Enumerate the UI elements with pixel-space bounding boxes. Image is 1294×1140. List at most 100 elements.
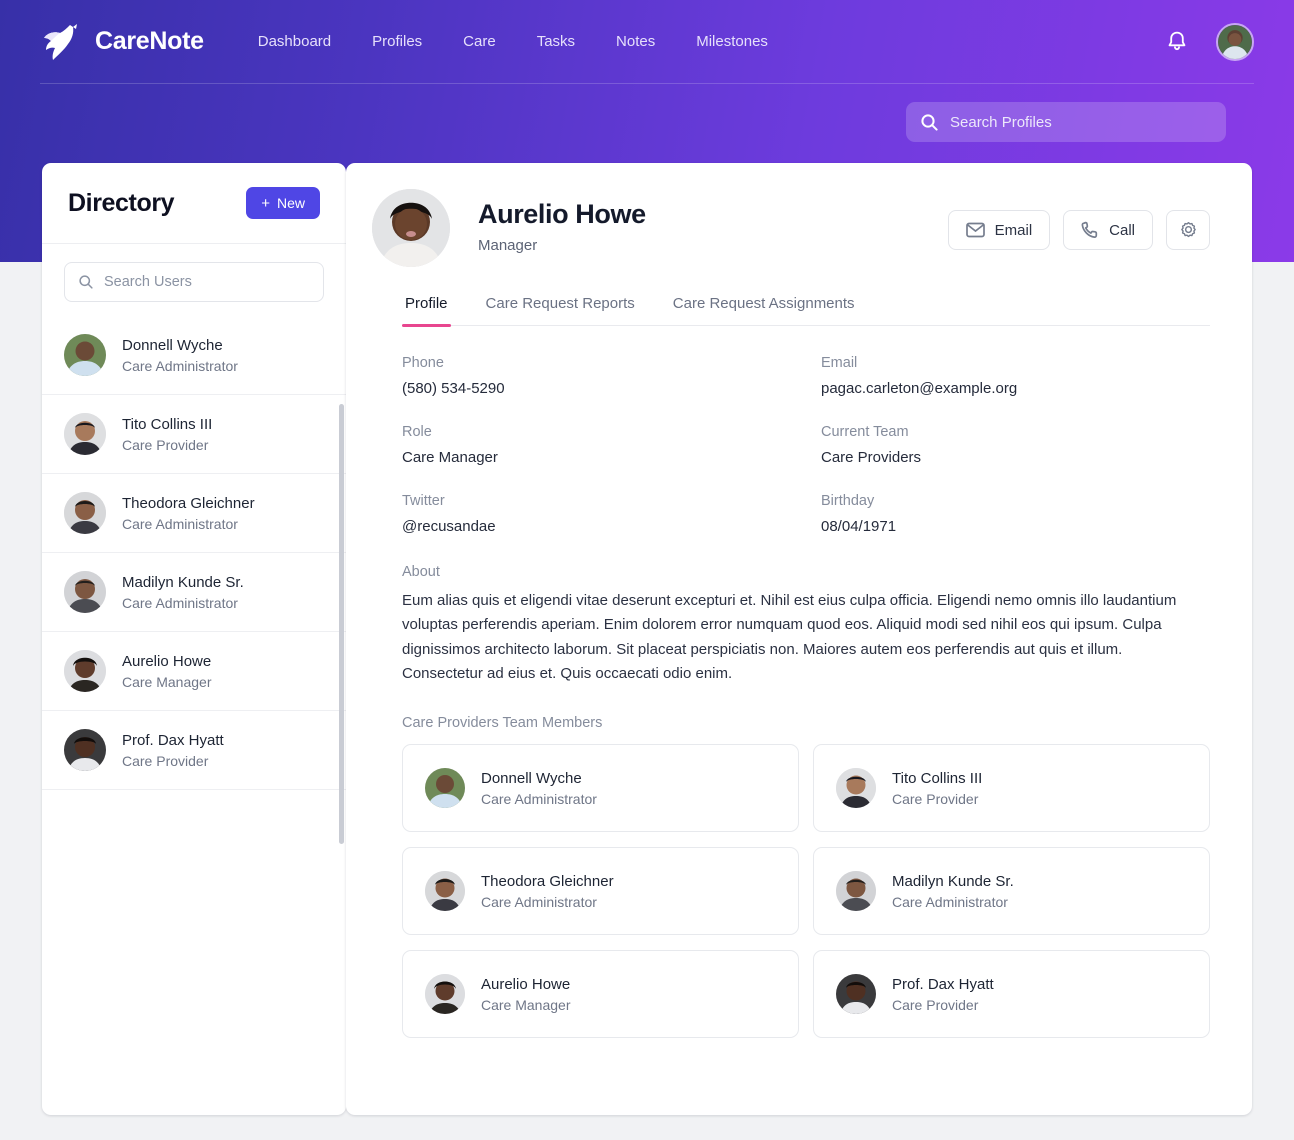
- list-item[interactable]: Madilyn Kunde Sr. Care Administrator: [42, 553, 346, 632]
- nav-links: Dashboard Profiles Care Tasks Notes Mile…: [246, 26, 780, 57]
- call-button-label: Call: [1109, 221, 1135, 239]
- phone-icon: [1081, 221, 1098, 238]
- email-button-label: Email: [994, 221, 1033, 239]
- dove-icon: [44, 23, 77, 60]
- search-users-field[interactable]: [64, 262, 324, 302]
- team-member-role: Care Administrator: [892, 893, 1008, 910]
- gear-icon: [1180, 221, 1196, 237]
- nav-item-care[interactable]: Care: [451, 26, 508, 57]
- settings-button[interactable]: [1166, 210, 1210, 250]
- field-twitter: Twitter @recusandae: [402, 493, 791, 535]
- tab-care-request-reports[interactable]: Care Request Reports: [483, 295, 638, 325]
- team-member-name: Prof. Dax Hyatt: [892, 975, 994, 993]
- team-member-name: Madilyn Kunde Sr.: [892, 872, 1014, 890]
- nav-item-profiles[interactable]: Profiles: [360, 26, 434, 57]
- list-item-name: Prof. Dax Hyatt: [122, 731, 224, 749]
- avatar: [836, 871, 876, 912]
- profile-tabs: Profile Care Request Reports Care Reques…: [402, 295, 1210, 327]
- bell-icon[interactable]: [1164, 29, 1190, 55]
- page-title: Aurelio Howe: [478, 199, 646, 229]
- avatar: [64, 413, 106, 455]
- brand-logo[interactable]: CareNote: [40, 22, 204, 62]
- team-member-card[interactable]: Donnell Wyche Care Administrator: [402, 744, 799, 833]
- team-member-role: Care Manager: [481, 996, 571, 1013]
- team-member-card[interactable]: Theodora Gleichner Care Administrator: [402, 847, 799, 936]
- list-item[interactable]: Tito Collins III Care Provider: [42, 395, 346, 474]
- list-item-name: Tito Collins III: [122, 415, 213, 433]
- avatar: [64, 492, 106, 534]
- field-label: Email: [821, 355, 858, 371]
- search-icon: [921, 113, 938, 131]
- list-item-name: Madilyn Kunde Sr.: [122, 573, 244, 591]
- avatar: [64, 729, 106, 771]
- envelope-icon: [965, 222, 985, 238]
- field-role: Role Care Manager: [402, 424, 791, 466]
- search-users-wrapper: [42, 244, 346, 316]
- field-value: Care Manager: [402, 449, 498, 466]
- top-navigation-bar: CareNote Dashboard Profiles Care Tasks N…: [0, 0, 1294, 83]
- nav-item-milestones[interactable]: Milestones: [684, 26, 780, 57]
- field-value: (580) 534-5290: [402, 380, 505, 397]
- avatar: [836, 974, 876, 1015]
- avatar: [425, 768, 465, 809]
- field-label: Twitter: [402, 493, 445, 509]
- team-member-card[interactable]: Prof. Dax Hyatt Care Provider: [813, 950, 1210, 1039]
- field-value: 08/04/1971: [821, 518, 897, 535]
- avatar: [64, 650, 106, 692]
- profile-header: Aurelio Howe Manager Email Call: [346, 163, 1252, 267]
- sidebar-scrollbar-thumb[interactable]: [339, 404, 344, 844]
- avatar: [64, 334, 106, 376]
- avatar[interactable]: [1216, 22, 1254, 61]
- field-label: Role: [402, 424, 432, 440]
- team-grid: Donnell Wyche Care Administrator Tito Co…: [402, 744, 1210, 1039]
- user-list: Donnell Wyche Care Administrator Tito Co…: [42, 316, 346, 1115]
- tab-care-request-assignments[interactable]: Care Request Assignments: [670, 295, 858, 325]
- field-email: Email pagac.carleton@example.org: [821, 355, 1210, 397]
- directory-title: Directory: [68, 188, 175, 217]
- list-item[interactable]: Donnell Wyche Care Administrator: [42, 316, 346, 395]
- profile-identity: Aurelio Howe Manager: [478, 189, 646, 254]
- email-button[interactable]: Email: [947, 210, 1051, 250]
- team-member-name: Theodora Gleichner: [481, 872, 614, 890]
- nav-item-dashboard[interactable]: Dashboard: [246, 26, 343, 57]
- list-item-role: Care Provider: [122, 436, 209, 453]
- list-item[interactable]: Prof. Dax Hyatt Care Provider: [42, 711, 346, 790]
- list-item[interactable]: Theodora Gleichner Care Administrator: [42, 474, 346, 553]
- team-member-role: Care Provider: [892, 790, 979, 807]
- list-item-name: Theodora Gleichner: [122, 494, 255, 512]
- team-member-role: Care Administrator: [481, 790, 597, 807]
- team-member-card[interactable]: Aurelio Howe Care Manager: [402, 950, 799, 1039]
- team-member-name: Donnell Wyche: [481, 769, 582, 787]
- nav-right-group: [1164, 22, 1254, 61]
- team-member-card[interactable]: Madilyn Kunde Sr. Care Administrator: [813, 847, 1210, 936]
- list-item-role: Care Provider: [122, 752, 209, 769]
- team-label: Care Providers Team Members: [402, 715, 603, 732]
- nav-item-tasks[interactable]: Tasks: [525, 26, 587, 57]
- nav-item-notes[interactable]: Notes: [604, 26, 667, 57]
- field-value: pagac.carleton@example.org: [821, 380, 1018, 397]
- team-member-role: Care Administrator: [481, 893, 597, 910]
- new-button[interactable]: + New: [246, 187, 320, 219]
- field-label: Birthday: [821, 493, 875, 509]
- new-button-label: New: [276, 195, 305, 211]
- field-label: Current Team: [821, 424, 909, 440]
- team-member-card[interactable]: Tito Collins III Care Provider: [813, 744, 1210, 833]
- call-button[interactable]: Call: [1063, 210, 1153, 250]
- team-member-role: Care Provider: [892, 996, 979, 1013]
- global-search[interactable]: [906, 102, 1226, 142]
- tab-profile[interactable]: Profile: [402, 295, 451, 327]
- global-search-input[interactable]: [950, 113, 1212, 131]
- list-item[interactable]: Aurelio Howe Care Manager: [42, 632, 346, 711]
- list-item-name: Donnell Wyche: [122, 336, 223, 354]
- field-label: Phone: [402, 355, 444, 371]
- list-item-role: Care Administrator: [122, 594, 238, 611]
- brand-name: CareNote: [95, 27, 204, 55]
- search-icon: [79, 275, 93, 289]
- field-birthday: Birthday 08/04/1971: [821, 493, 1210, 535]
- avatar: [425, 974, 465, 1015]
- list-item-role: Care Administrator: [122, 515, 238, 532]
- profile-subtitle: Manager: [478, 237, 538, 254]
- field-value: @recusandae: [402, 518, 496, 535]
- search-users-input[interactable]: [104, 274, 310, 290]
- about-section: About Eum alias quis et eligendi vitae d…: [402, 564, 1210, 686]
